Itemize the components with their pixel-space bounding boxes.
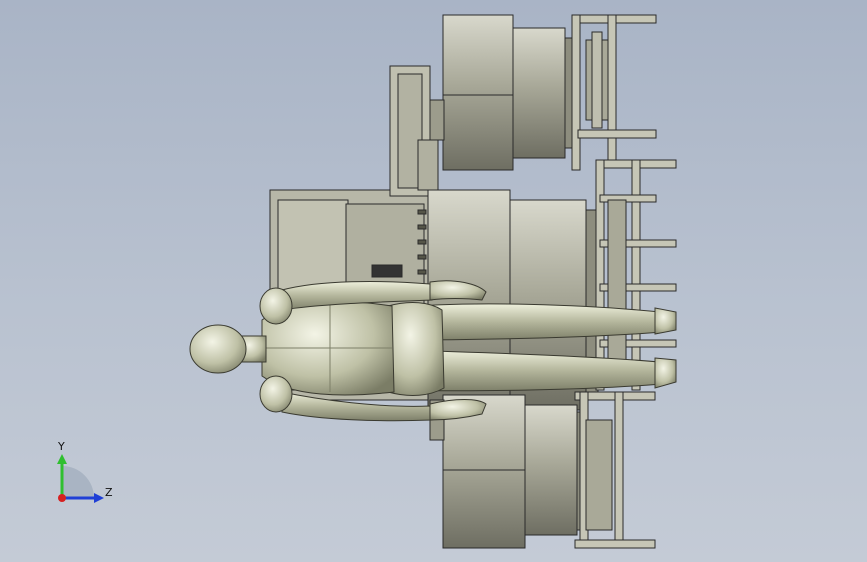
z-axis-label: Z [105,486,113,499]
y-arrow-icon [57,454,67,464]
frame-top [571,14,657,171]
drum-top [417,14,578,191]
triad-plane-icon [62,466,94,498]
origin-icon [58,494,66,502]
y-axis-label: Y [57,440,65,453]
z-arrow-icon [94,493,104,503]
cad-3d-viewport[interactable]: Y Z [0,0,867,562]
coordinate-triad: Y Z [57,440,113,503]
assembly-model[interactable] [0,0,867,562]
frame-bottom [574,391,656,549]
frame-right [595,159,677,391]
